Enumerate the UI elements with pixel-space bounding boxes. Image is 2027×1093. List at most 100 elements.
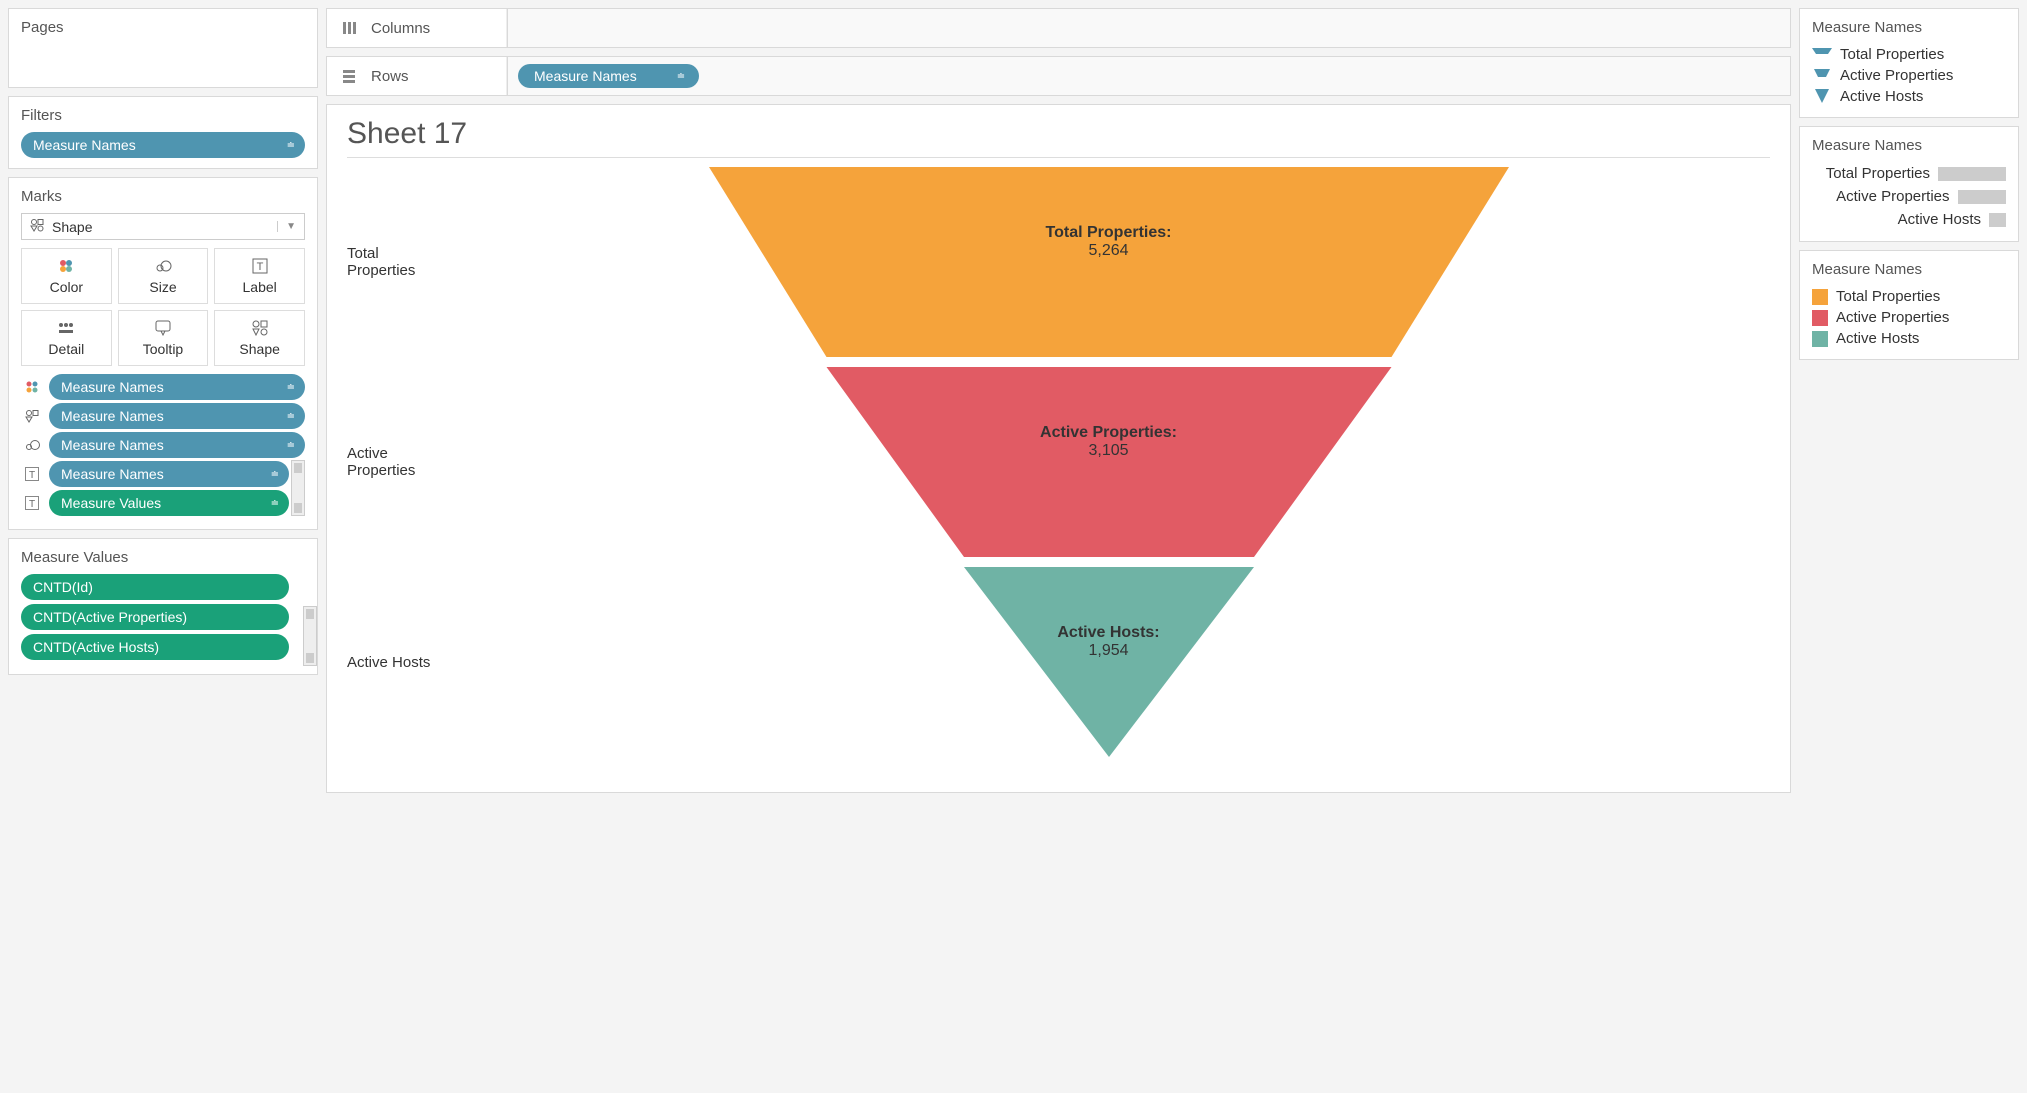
mark-pill[interactable]: Measure Names≐ <box>49 461 289 487</box>
shape-legend-label: Active Properties <box>1840 67 1953 84</box>
marks-detail-label: Detail <box>48 341 84 357</box>
funnel-segment[interactable]: Active Properties:3,105 <box>447 362 1770 562</box>
columns-icon <box>341 20 357 36</box>
marks-title: Marks <box>21 188 305 205</box>
scrollbar[interactable] <box>303 606 317 666</box>
marks-shape-label: Shape <box>239 341 279 357</box>
shape-legend-item[interactable]: Active Properties <box>1812 65 2006 86</box>
size-legend-bar <box>1958 190 2007 204</box>
measure-values-shelf[interactable]: Measure Values CNTD(Id) CNTD(Active Prope… <box>8 538 318 675</box>
measure-value-label: CNTD(Id) <box>33 579 93 595</box>
funnel-row: Active Properties Active Properties:3,10… <box>347 362 1770 562</box>
pages-shelf[interactable]: Pages <box>8 8 318 88</box>
mark-pill[interactable]: Measure Values≐ <box>49 490 289 516</box>
marks-label-label: Label <box>243 279 277 295</box>
marks-shape-button[interactable]: Shape <box>214 310 305 366</box>
shape-icon <box>252 319 268 337</box>
sort-icon: ≐ <box>287 140 293 151</box>
rows-icon <box>341 68 357 84</box>
shape-icon <box>21 405 43 427</box>
columns-shelf[interactable]: Columns <box>326 8 1791 48</box>
measure-value-pill[interactable]: CNTD(Active Properties) <box>21 604 289 630</box>
marks-grid: Color Size T Label <box>21 248 305 366</box>
filters-title: Filters <box>21 107 305 124</box>
measure-value-pill[interactable]: CNTD(Active Hosts) <box>21 634 289 660</box>
measure-value-pill[interactable]: CNTD(Id) <box>21 574 289 600</box>
funnel-segment[interactable]: Total Properties:5,264 <box>447 162 1770 362</box>
text-icon: T <box>21 492 43 514</box>
columns-label: Columns <box>371 20 430 37</box>
worksheet-view[interactable]: Sheet 17 Total Properties Total Properti… <box>326 104 1791 793</box>
shape-legend-icon <box>1812 48 1832 62</box>
shape-legend-title: Measure Names <box>1812 19 2006 36</box>
size-legend-item[interactable]: Active Properties <box>1812 185 2006 208</box>
marks-card: Marks Shape ▼ Color <box>8 177 318 530</box>
color-legend[interactable]: Measure Names Total Properties Active Pro… <box>1799 250 2019 360</box>
color-legend-item[interactable]: Active Hosts <box>1812 328 2006 349</box>
marks-type-select[interactable]: Shape ▼ <box>21 213 305 240</box>
size-legend-item[interactable]: Active Hosts <box>1812 208 2006 231</box>
marks-label-button[interactable]: T Label <box>214 248 305 304</box>
color-legend-title: Measure Names <box>1812 261 2006 278</box>
marks-color-label: Color <box>50 279 83 295</box>
funnel-row-label: Total Properties <box>347 245 447 279</box>
mark-pill[interactable]: Measure Names≐ <box>49 432 305 458</box>
filters-shelf[interactable]: Filters Measure Names ≐ <box>8 96 318 169</box>
label-icon: T <box>252 257 268 275</box>
mark-pill-row: T Measure Values≐ <box>21 490 305 516</box>
sheet-title: Sheet 17 <box>347 117 1770 158</box>
color-legend-item[interactable]: Active Properties <box>1812 307 2006 328</box>
filter-pill-label: Measure Names <box>33 137 136 153</box>
mark-pill-row: Measure Names≐ <box>21 374 305 400</box>
marks-type-label: Shape <box>52 219 92 235</box>
shape-select-icon <box>30 218 44 235</box>
mark-pill[interactable]: Measure Names≐ <box>49 403 305 429</box>
color-icon <box>21 376 43 398</box>
shape-legend-label: Active Hosts <box>1840 88 1923 105</box>
size-legend-item[interactable]: Total Properties <box>1812 162 2006 185</box>
color-legend-label: Active Properties <box>1836 309 1949 326</box>
marks-color-button[interactable]: Color <box>21 248 112 304</box>
color-icon <box>58 257 74 275</box>
sort-icon: ≐ <box>271 469 277 480</box>
size-legend-title: Measure Names <box>1812 137 2006 154</box>
color-swatch <box>1812 331 1828 347</box>
text-icon: T <box>21 463 43 485</box>
size-legend[interactable]: Measure Names Total Properties Active Pro… <box>1799 126 2019 242</box>
mark-pill-row: T Measure Names≐ <box>21 461 305 487</box>
mark-pill-label: Measure Names <box>61 379 164 395</box>
mark-pill-row: Measure Names≐ <box>21 432 305 458</box>
marks-tooltip-button[interactable]: Tooltip <box>118 310 209 366</box>
size-legend-label: Active Properties <box>1812 188 1950 205</box>
color-legend-item[interactable]: Total Properties <box>1812 286 2006 307</box>
color-swatch <box>1812 310 1828 326</box>
shape-legend-item[interactable]: Total Properties <box>1812 44 2006 65</box>
marks-detail-button[interactable]: Detail <box>21 310 112 366</box>
center-area: Columns Rows Measure Names ≐ Sheet 17 To… <box>326 8 1791 793</box>
columns-drop-zone[interactable] <box>507 9 1790 47</box>
color-legend-label: Total Properties <box>1836 288 1940 305</box>
measure-values-title: Measure Values <box>21 549 305 566</box>
sort-icon: ≐ <box>677 71 683 82</box>
size-legend-label: Total Properties <box>1812 165 1930 182</box>
rows-shelf[interactable]: Rows Measure Names ≐ <box>326 56 1791 96</box>
mark-pill-label: Measure Values <box>61 495 161 511</box>
funnel-segment[interactable]: Active Hosts:1,954 <box>447 562 1770 762</box>
mark-pill[interactable]: Measure Names≐ <box>49 374 305 400</box>
measure-value-label: CNTD(Active Hosts) <box>33 639 159 655</box>
funnel-row-label: Active Hosts <box>347 654 447 671</box>
chevron-down-icon: ▼ <box>277 221 296 232</box>
funnel-row: Total Properties Total Properties:5,264 <box>347 162 1770 362</box>
marks-size-button[interactable]: Size <box>118 248 209 304</box>
filter-pill-measure-names[interactable]: Measure Names ≐ <box>21 132 305 158</box>
shape-legend-item[interactable]: Active Hosts <box>1812 86 2006 107</box>
svg-text:T: T <box>256 261 263 273</box>
rows-pill-measure-names[interactable]: Measure Names ≐ <box>518 64 699 88</box>
size-icon <box>21 434 43 456</box>
rows-drop-zone[interactable]: Measure Names ≐ <box>507 57 1790 95</box>
marks-pills-list: Measure Names≐Measure Names≐Measure Name… <box>21 374 305 516</box>
scrollbar[interactable] <box>291 460 305 516</box>
shape-legend-icon <box>1812 89 1832 105</box>
shape-legend[interactable]: Measure Names Total Properties Active Pro… <box>1799 8 2019 118</box>
mark-pill-label: Measure Names <box>61 437 164 453</box>
